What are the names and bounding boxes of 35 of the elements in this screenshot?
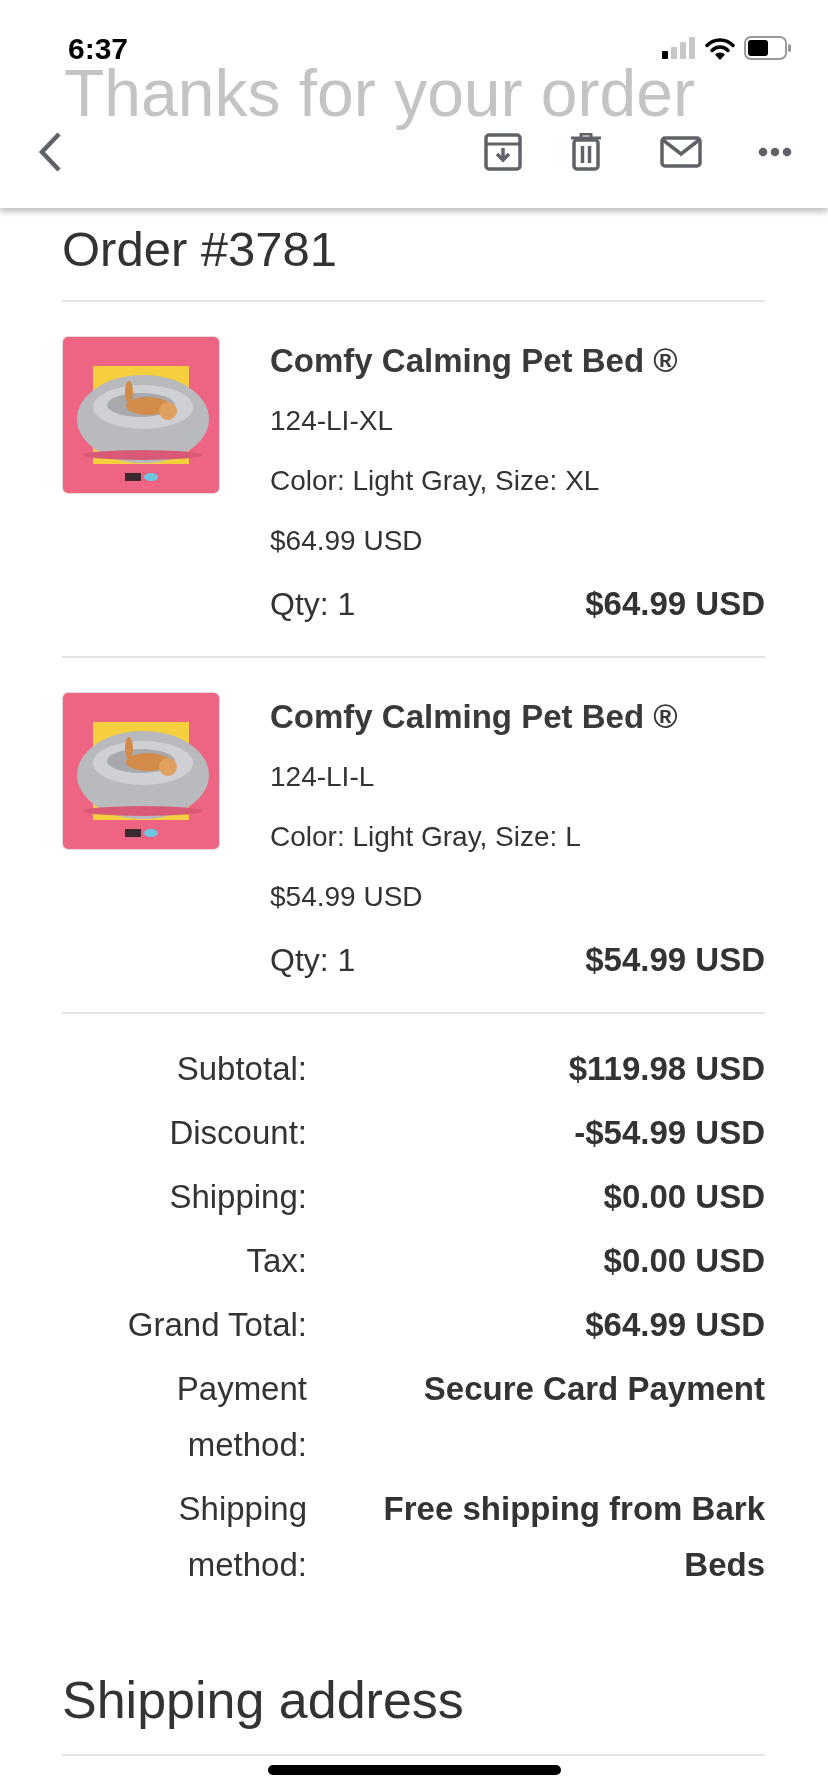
archive-button[interactable] [484, 132, 522, 171]
summary-label: Discount: [168, 1113, 307, 1153]
wifi-icon [704, 35, 736, 60]
summary-value: $119.98 USD [567, 1049, 765, 1089]
summary-value: Free shipping from Bark Beds [382, 1489, 765, 1585]
order-title: Order #3781 [62, 221, 339, 278]
battery-icon [744, 35, 792, 60]
summary-label: Tax: [245, 1241, 307, 1281]
summary-label: Subtotal: [175, 1049, 307, 1089]
product-quantity: Qty: 1 [270, 943, 356, 976]
product-name: Comfy Calming Pet Bed ® [270, 341, 679, 381]
mail-button[interactable] [660, 135, 702, 168]
delete-button[interactable] [570, 132, 602, 171]
status-time: 6:37 [68, 31, 129, 67]
more-button[interactable] [758, 146, 792, 157]
product-name: Comfy Calming Pet Bed ® [270, 697, 679, 737]
summary-value: $0.00 USD [602, 1241, 765, 1281]
summary-value: Secure Card Payment [422, 1369, 765, 1409]
summary-label: Grand Total: [126, 1305, 307, 1345]
product-quantity: Qty: 1 [270, 587, 356, 620]
summary-label: Shipping method: [177, 1489, 307, 1585]
unit-price: $64.99 USD [270, 527, 424, 558]
summary-value: $0.00 USD [602, 1177, 765, 1217]
summary-value: -$54.99 USD [573, 1113, 765, 1153]
product-variant: Color: Light Gray, Size: XL [270, 467, 601, 498]
summary-label: Payment method: [175, 1369, 307, 1465]
summary-label: Shipping: [168, 1177, 307, 1217]
unit-price: $54.99 USD [270, 883, 424, 914]
line-total: $64.99 USD [585, 587, 765, 620]
product-sku: 124-LI-L [270, 763, 376, 794]
product-sku: 124-LI-XL [270, 407, 394, 438]
summary-value: $64.99 USD [584, 1305, 765, 1345]
product-variant: Color: Light Gray, Size: L [270, 823, 582, 854]
signal-icon [662, 36, 696, 59]
line-total: $54.99 USD [585, 943, 765, 976]
